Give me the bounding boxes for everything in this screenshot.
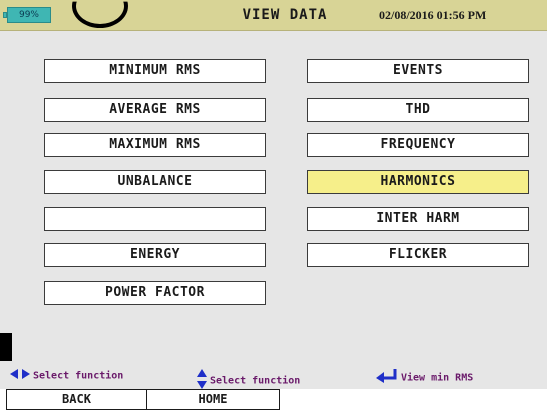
home-button[interactable]: HOME [146,389,280,410]
hint-up-down-label: Select function [210,375,301,387]
energy-button[interactable]: ENERGY [44,243,266,267]
function-menu: MINIMUM RMS AVERAGE RMS MAXIMUM RMS UNBA… [0,31,547,363]
datetime: 02/08/2016 01:56 PM [379,8,487,22]
events-button[interactable]: EVENTS [307,59,529,83]
softkey-bar: BACK HOME [0,389,280,410]
hint-left-right-label: Select function [33,370,124,382]
harmonics-button[interactable]: HARMONICS [307,170,529,194]
edge-marker [0,333,12,361]
average-rms-button[interactable]: AVERAGE RMS [44,98,266,122]
page-title: VIEW DATA [242,7,328,23]
thd-button[interactable]: THD [307,98,529,122]
hint-enter: View min RMS [376,369,473,386]
battery-percent: 99% [18,10,39,20]
flicker-button[interactable]: FLICKER [307,243,529,267]
hint-enter-label: View min RMS [401,372,474,384]
power-factor-button[interactable]: POWER FACTOR [44,281,266,305]
unbalance-button[interactable]: UNBALANCE [44,170,266,194]
empty-function-button[interactable] [44,207,266,231]
battery-indicator: 99% [3,7,51,23]
enter-arrow-icon [376,369,398,386]
hint-left-right: Select function [10,369,123,382]
maximum-rms-button[interactable]: MAXIMUM RMS [44,133,266,157]
inter-harm-button[interactable]: INTER HARM [307,207,529,231]
back-button[interactable]: BACK [6,389,147,410]
left-right-arrows-icon [10,369,30,382]
frequency-button[interactable]: FREQUENCY [307,133,529,157]
minimum-rms-button[interactable]: MINIMUM RMS [44,59,266,83]
hint-bar: Select function Select function View min… [0,363,547,389]
